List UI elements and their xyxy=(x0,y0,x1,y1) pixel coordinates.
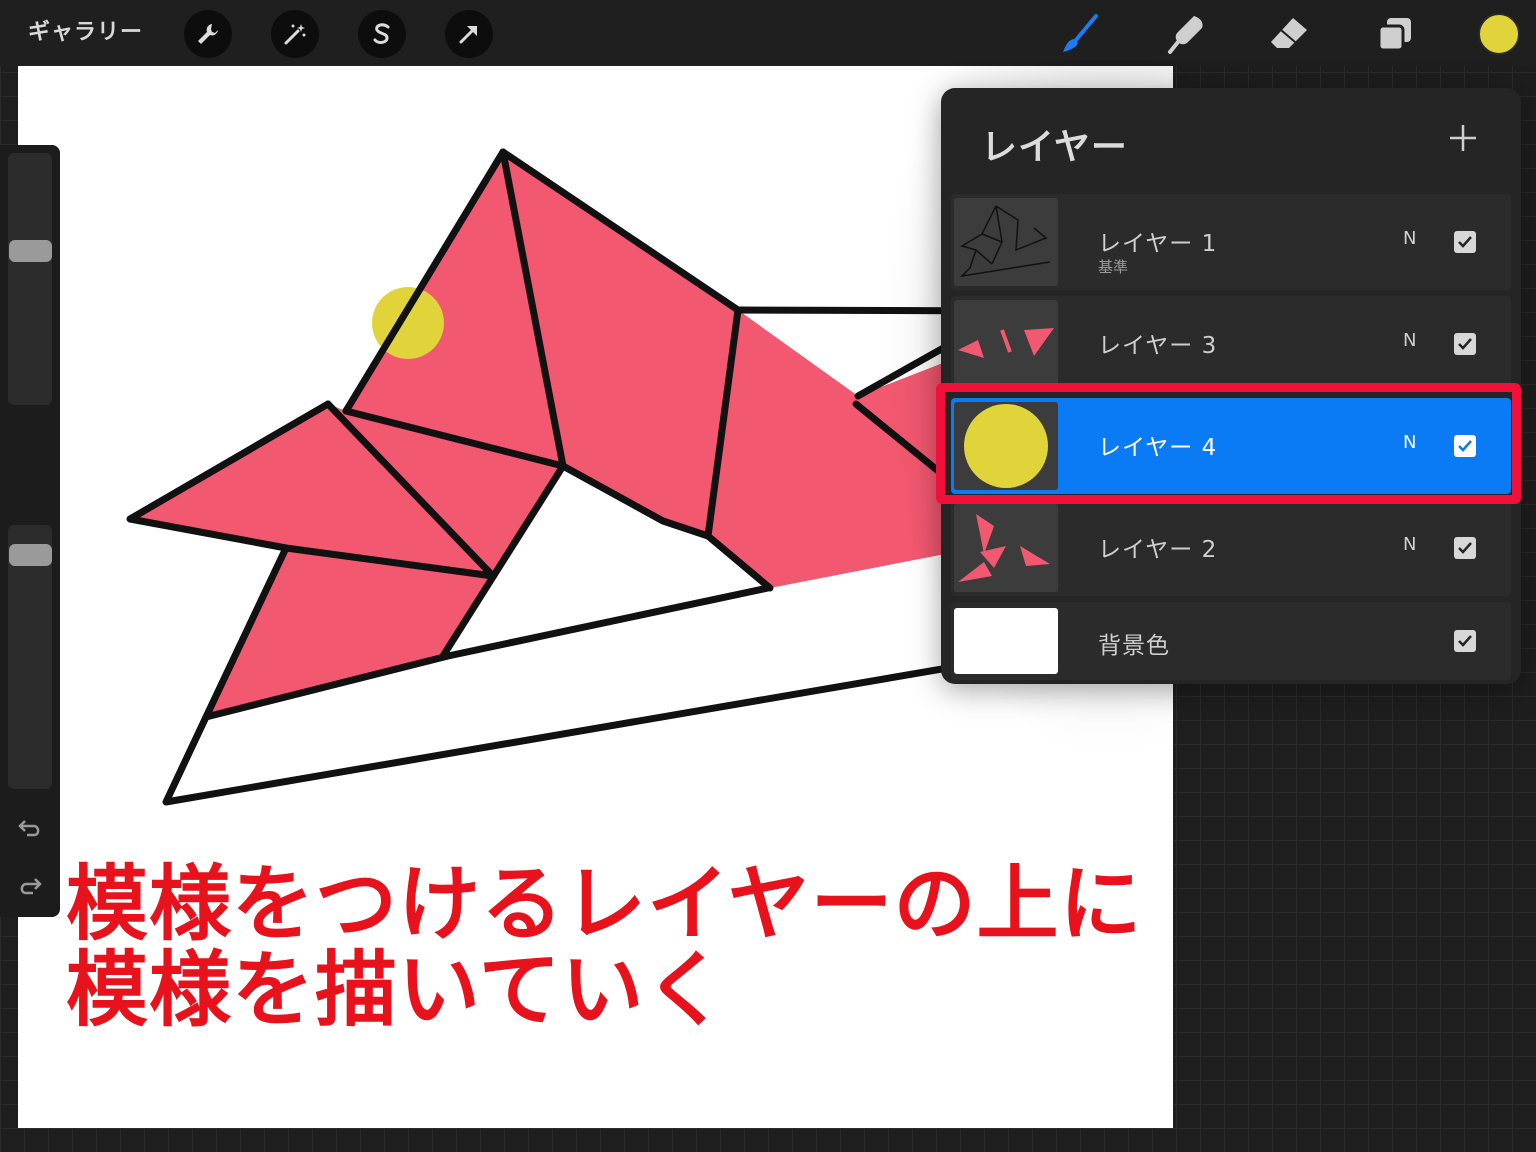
brush-icon[interactable] xyxy=(1056,10,1104,58)
layer-thumbnail xyxy=(954,198,1058,286)
selection-s-icon[interactable] xyxy=(358,10,406,58)
brush-size-slider[interactable] xyxy=(8,153,52,405)
gallery-button[interactable]: ギャラリー xyxy=(28,16,143,50)
layer-row-4[interactable]: レイヤー 4 N xyxy=(951,398,1511,494)
eraser-icon[interactable] xyxy=(1265,10,1313,58)
smudge-icon[interactable] xyxy=(1162,10,1210,58)
layer-thumbnail xyxy=(954,504,1058,592)
caption-line-2: 模様を描いていく xyxy=(66,943,728,1038)
layer-name: レイヤー 4 xyxy=(1098,435,1218,461)
layer-row-2[interactable]: レイヤー 2 N xyxy=(951,500,1511,596)
top-toolbar: ギャラリー xyxy=(0,0,1536,66)
move-arrow-icon[interactable] xyxy=(445,10,493,58)
left-sidebar xyxy=(0,145,60,917)
layer-row-background[interactable]: 背景色 xyxy=(951,602,1511,680)
redo-icon[interactable] xyxy=(15,871,45,901)
caption-text: 模様をつけるレイヤーの上に 模様を描いていく xyxy=(66,862,1171,1034)
blend-mode-button[interactable]: N xyxy=(1403,330,1416,351)
layer-thumbnail xyxy=(954,300,1058,388)
layer-thumbnail xyxy=(954,402,1058,490)
blend-mode-button[interactable]: N xyxy=(1403,228,1416,249)
plus-icon[interactable] xyxy=(1445,120,1481,156)
check-icon xyxy=(1458,635,1472,647)
layer-row-3[interactable]: レイヤー 3 N xyxy=(951,296,1511,392)
check-icon xyxy=(1458,440,1472,452)
color-picker-button[interactable] xyxy=(1478,13,1520,55)
layers-panel-title: レイヤー xyxy=(981,127,1128,168)
caption-line-1: 模様をつけるレイヤーの上に xyxy=(66,857,1143,952)
layer-sublabel: 基準 xyxy=(1098,258,1129,276)
visibility-checkbox[interactable] xyxy=(1454,231,1476,253)
visibility-checkbox[interactable] xyxy=(1454,537,1476,559)
layer-row-1[interactable]: レイヤー 1 基準 N xyxy=(951,194,1511,290)
check-icon xyxy=(1458,236,1472,248)
layer-name: レイヤー 2 xyxy=(1098,537,1218,563)
undo-icon[interactable] xyxy=(15,813,45,843)
layers-panel: レイヤー レイヤー 1 基準 N レイヤー 3 N レイヤー 4 N レイヤー … xyxy=(941,88,1521,684)
check-icon xyxy=(1458,542,1472,554)
layer-name: レイヤー 3 xyxy=(1098,333,1218,359)
opacity-thumb[interactable] xyxy=(9,544,52,567)
visibility-checkbox[interactable] xyxy=(1454,435,1476,457)
layer-name: レイヤー 1 xyxy=(1098,231,1218,257)
blend-mode-button[interactable]: N xyxy=(1403,534,1416,555)
wrench-icon[interactable] xyxy=(184,10,232,58)
visibility-checkbox[interactable] xyxy=(1454,630,1476,652)
layers-icon[interactable] xyxy=(1371,10,1419,58)
layer-thumbnail xyxy=(954,608,1058,674)
magic-wand-icon[interactable] xyxy=(271,10,319,58)
blend-mode-button[interactable]: N xyxy=(1403,432,1416,453)
brush-size-thumb[interactable] xyxy=(9,240,52,263)
layer-name: 背景色 xyxy=(1098,633,1170,659)
visibility-checkbox[interactable] xyxy=(1454,333,1476,355)
check-icon xyxy=(1458,338,1472,350)
